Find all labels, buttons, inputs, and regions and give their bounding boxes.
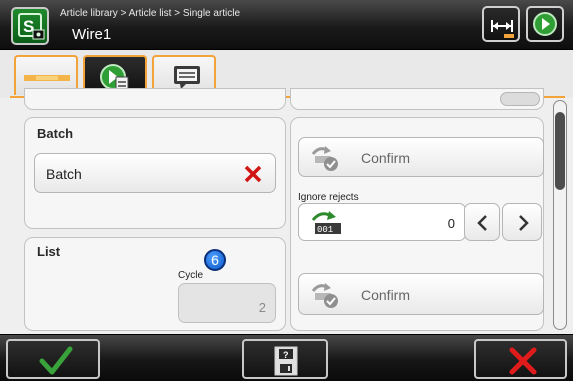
cycle-label: Cycle: [178, 270, 204, 281]
app-logo-icon[interactable]: S: [11, 7, 49, 45]
width-measure-icon: [491, 20, 514, 38]
confirm-button[interactable]: [6, 339, 100, 379]
clear-x-icon[interactable]: [244, 165, 262, 183]
svg-text:001: 001: [317, 225, 333, 235]
decrement-button[interactable]: [464, 203, 500, 241]
confirm-button-top[interactable]: Confirm: [298, 137, 544, 177]
svg-text:?: ?: [283, 350, 289, 360]
cycle-field[interactable]: 2: [178, 283, 276, 323]
list-title: List: [37, 244, 61, 259]
cycle-value: 2: [258, 300, 266, 315]
batch-button-label: Batch: [46, 166, 82, 182]
width-measure-button[interactable]: [482, 6, 520, 42]
page-title: Wire1: [72, 26, 112, 43]
increment-button[interactable]: [502, 203, 542, 241]
save-disk-icon: ?: [274, 346, 298, 376]
confirm-wire-icon: [311, 146, 338, 171]
scrollbar-thumb[interactable]: [555, 112, 565, 190]
panel-fragment-left: [24, 88, 286, 110]
fragment-button[interactable]: [500, 92, 540, 106]
cancel-x-icon: [509, 347, 537, 375]
batch-button[interactable]: Batch: [34, 153, 276, 193]
cancel-button[interactable]: [474, 339, 567, 379]
step-number-badge: 6: [204, 249, 226, 271]
chevron-right-icon: [519, 215, 529, 231]
confirm-bottom-label: Confirm: [361, 287, 411, 303]
confirm-top-label: Confirm: [361, 150, 411, 166]
save-button[interactable]: ?: [242, 339, 328, 379]
chevron-left-icon: [477, 215, 487, 231]
ignore-rejects-value: 0: [447, 216, 455, 231]
checkmark-icon: [39, 346, 73, 375]
bottom-bar: ?: [0, 334, 573, 381]
counter-reset-icon: 001: [311, 211, 341, 235]
confirm-button-bottom[interactable]: Confirm: [298, 273, 544, 315]
breadcrumb: Article library > Article list > Single …: [60, 8, 241, 19]
batch-title: Batch: [37, 126, 74, 141]
confirm-wire-icon: [311, 283, 338, 308]
ignore-rejects-label: Ignore rejects: [298, 192, 359, 203]
header-bar: S Article library > Article list > Singl…: [0, 0, 573, 50]
next-arrow-icon: [533, 12, 557, 36]
ignore-rejects-field[interactable]: 001 0: [298, 203, 466, 241]
next-button[interactable]: [526, 6, 564, 42]
